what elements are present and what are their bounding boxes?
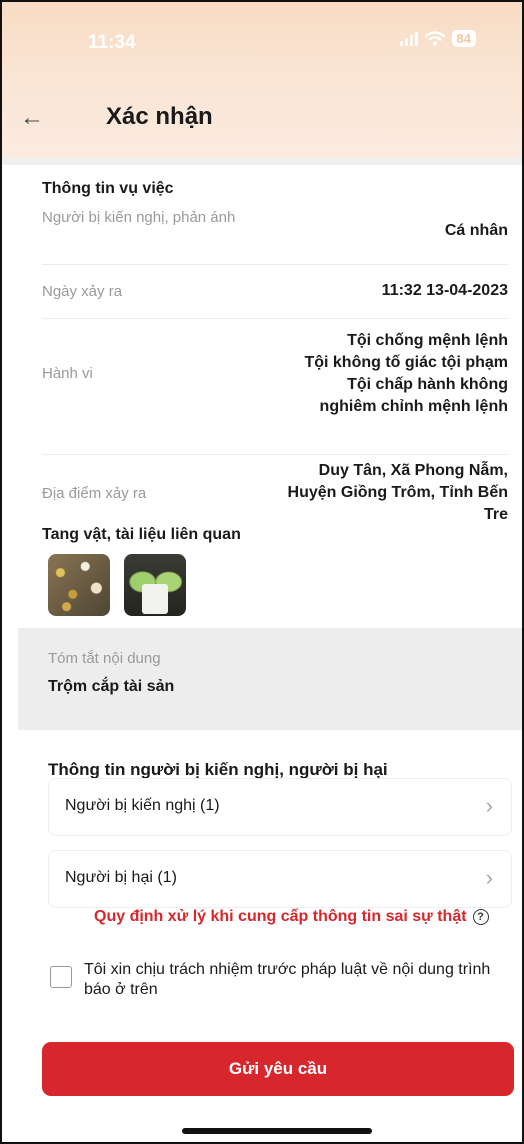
wifi-icon (424, 31, 445, 46)
parties-heading: Thông tin người bị kiến nghị, người bị h… (48, 760, 388, 779)
rule-link[interactable]: Quy định xử lý khi cung cấp thông tin sa… (94, 908, 489, 926)
list-item-victim[interactable]: Người bị hại (1) › (48, 850, 512, 908)
evidence-heading: Tang vật, tài liệu liên quan (42, 526, 241, 543)
evidence-thumbnail[interactable] (48, 554, 110, 616)
field-value-date: 11:32 13-04-2023 (381, 282, 508, 299)
help-icon[interactable]: ? (472, 909, 489, 925)
field-label-behavior: Hành vi (42, 365, 93, 382)
field-value-behavior: Tội chống mệnh lệnh Tội không tố giác tộ… (304, 332, 508, 415)
list-item-label: Người bị hại (1) (65, 869, 177, 886)
case-info-heading: Thông tin vụ việc (42, 180, 174, 197)
commitment-checkbox[interactable] (50, 966, 72, 988)
divider (42, 318, 508, 319)
battery-icon: 84 (451, 30, 476, 47)
app-frame: 11:34 84 ← Xác nhận Thông tin vụ việc Ng… (0, 0, 524, 1144)
divider (42, 454, 508, 455)
back-arrow-icon[interactable]: ← (20, 104, 44, 132)
chevron-right-icon: › (485, 793, 493, 818)
chevron-right-icon: › (485, 865, 493, 890)
commitment-text: Tôi xin chịu trách nhiệm trước pháp luật… (84, 961, 491, 998)
status-time: 11:34 (88, 32, 136, 53)
home-indicator (182, 1128, 372, 1134)
list-item-reported-person[interactable]: Người bị kiến nghị (1) › (48, 778, 512, 836)
summary-value: Trộm cắp tài sản (48, 678, 175, 695)
field-label-location: Địa điểm xảy ra (42, 485, 147, 502)
summary-label: Tóm tắt nội dung (48, 650, 161, 667)
field-label-date: Ngày xảy ra (42, 283, 123, 300)
page-title: Xác nhận (106, 103, 213, 130)
field-value-reported: Cá nhân (444, 222, 508, 239)
header-bar: 11:34 84 ← Xác nhận (2, 2, 522, 162)
field-label-reported: Người bị kiến nghị, phản ánh (42, 209, 236, 226)
divider (42, 264, 508, 265)
summary-panel: Tóm tắt nội dung Trộm cắp tài sản (18, 628, 522, 730)
field-value-location: Duy Tân, Xã Phong Nẫm, Huyện Giồng Trôm,… (287, 462, 508, 523)
status-icons: 84 (399, 30, 476, 47)
submit-button[interactable]: Gửi yêu cầu (42, 1042, 514, 1096)
signal-icon (399, 31, 418, 46)
list-item-label: Người bị kiến nghị (1) (65, 797, 220, 814)
divider (2, 158, 522, 165)
evidence-thumbnail[interactable] (124, 554, 186, 616)
